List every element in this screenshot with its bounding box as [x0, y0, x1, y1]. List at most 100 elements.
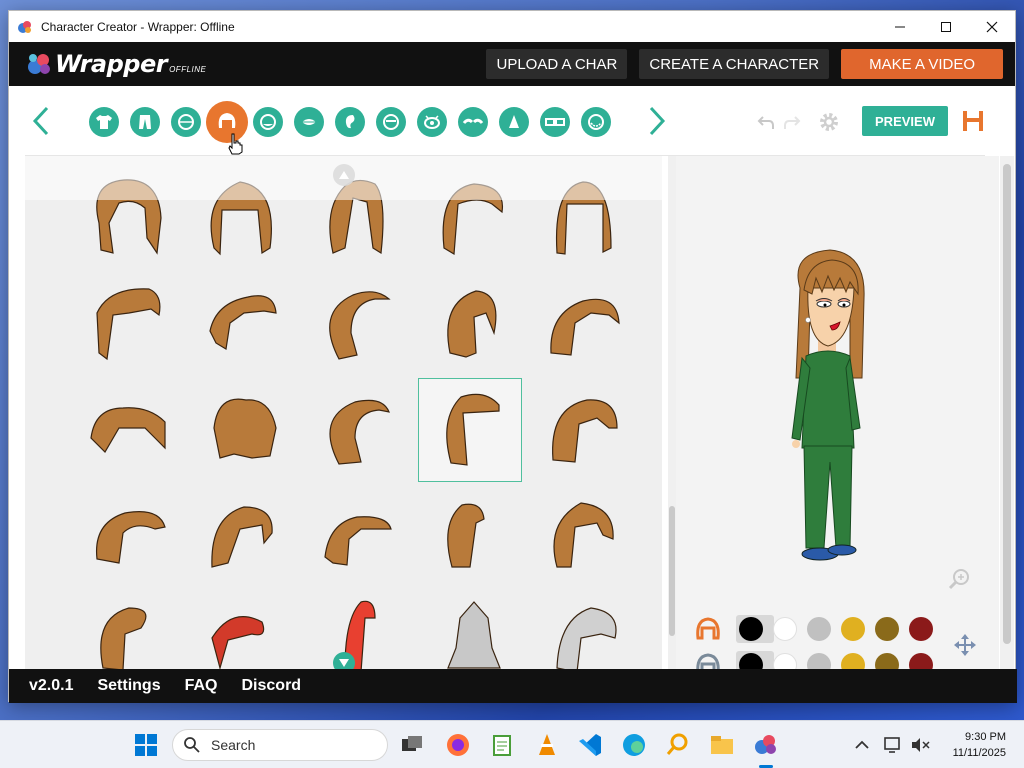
hair-style-option[interactable] [192, 378, 296, 482]
minimize-icon [895, 26, 905, 27]
hair-style-option[interactable] [418, 588, 522, 669]
color-swatch[interactable] [841, 617, 865, 641]
minimize-button[interactable] [877, 11, 923, 42]
hair-style-option[interactable] [305, 483, 409, 587]
hair-style-thumbnail [213, 398, 277, 459]
windows-start-icon[interactable] [132, 731, 160, 759]
close-button[interactable] [969, 11, 1015, 42]
character-preview [791, 249, 865, 561]
glasses-icon[interactable] [540, 107, 570, 137]
create-character-button[interactable]: CREATE A CHARACTER [639, 49, 830, 79]
hair-style-option[interactable] [79, 378, 183, 482]
hair-style-option[interactable] [531, 378, 635, 482]
vlc-icon[interactable] [533, 731, 561, 759]
hair-style-thumbnail [211, 616, 265, 669]
upload-char-button[interactable]: UPLOAD A CHAR [486, 49, 628, 79]
version-label: v2.0.1 [29, 677, 74, 694]
vscode-icon[interactable] [576, 731, 604, 759]
undo-icon[interactable] [757, 113, 775, 131]
eye-icon[interactable] [417, 107, 447, 137]
hair-style-option[interactable] [418, 378, 522, 482]
color-swatch[interactable] [909, 617, 933, 641]
task-view-icon[interactable] [398, 731, 426, 759]
footer-bar: v2.0.1 Settings FAQ Discord [9, 669, 1017, 703]
magnifier-icon[interactable] [664, 731, 692, 759]
notepad-icon[interactable] [488, 731, 516, 759]
grid-scrollbar-thumb[interactable] [669, 506, 675, 636]
os-taskbar: Search 9:30 PM 11/11/2025 [0, 720, 1024, 768]
hair-style-option[interactable] [79, 588, 183, 669]
chevron-down-icon [339, 659, 349, 667]
app-window: Character Creator - Wrapper: Offline Wra… [8, 10, 1017, 703]
redo-icon[interactable] [783, 113, 801, 131]
hair-style-option[interactable] [305, 378, 409, 482]
hair-style-thumbnail [96, 288, 161, 361]
maximize-button[interactable] [923, 11, 969, 42]
hair-style-thumbnail [95, 511, 166, 564]
settings-link[interactable]: Settings [97, 677, 160, 695]
nose-icon[interactable] [499, 107, 529, 137]
hair-style-option[interactable] [79, 483, 183, 587]
hair-style-thumbnail [447, 601, 501, 669]
chevron-up-tray-icon[interactable] [848, 731, 876, 759]
hair-style-thumbnail [556, 607, 617, 669]
system-clock[interactable]: 9:30 PM 11/11/2025 [953, 729, 1006, 761]
preview-scrollbar-thumb[interactable] [1003, 164, 1011, 644]
shirt-icon[interactable] [89, 107, 119, 137]
hair-style-thumbnail [100, 607, 147, 669]
gear-icon[interactable] [817, 110, 841, 134]
hair-style-option[interactable] [418, 273, 522, 377]
logo-text: Wrapper [55, 50, 168, 78]
firefox-icon[interactable] [444, 731, 472, 759]
pants-icon[interactable] [130, 107, 160, 137]
discord-link[interactable]: Discord [242, 677, 302, 695]
hair-style-option[interactable] [305, 273, 409, 377]
color-swatch[interactable] [739, 617, 763, 641]
hair-color-icon[interactable] [693, 614, 723, 644]
title-bar: Character Creator - Wrapper: Offline [9, 11, 1015, 42]
prev-category-arrow-icon[interactable] [29, 104, 53, 138]
next-category-arrow-icon[interactable] [645, 104, 669, 138]
hair-style-option[interactable] [531, 588, 635, 669]
hair-style-option[interactable] [305, 588, 409, 669]
scroll-down-button[interactable] [333, 652, 355, 669]
edge-icon[interactable] [620, 731, 648, 759]
head-icon[interactable] [253, 107, 283, 137]
hair-style-thumbnail [552, 399, 618, 463]
eyebrows-icon[interactable] [458, 107, 488, 137]
clock-time: 9:30 PM [965, 731, 1006, 743]
scroll-up-button[interactable] [333, 164, 355, 186]
hair-style-option[interactable] [79, 273, 183, 377]
file-explorer-icon[interactable] [708, 731, 736, 759]
hair-style-option[interactable] [192, 483, 296, 587]
face-shape-icon[interactable] [171, 107, 201, 137]
hair-style-thumbnail [209, 295, 277, 350]
volume-muted-icon[interactable] [906, 731, 934, 759]
ear-icon[interactable] [335, 107, 365, 137]
color-swatch[interactable] [807, 617, 831, 641]
hair-style-option[interactable] [192, 588, 296, 669]
make-video-button[interactable]: MAKE A VIDEO [841, 49, 1003, 79]
taskbar-search[interactable]: Search [172, 729, 388, 761]
hair-style-option[interactable] [418, 483, 522, 587]
beard-icon[interactable] [581, 107, 611, 137]
hair-style-option[interactable] [531, 483, 635, 587]
color-swatch[interactable] [875, 617, 899, 641]
search-placeholder: Search [211, 737, 256, 753]
hair-style-option[interactable] [192, 273, 296, 377]
grid-scrollbar[interactable] [668, 156, 676, 669]
faq-link[interactable]: FAQ [185, 677, 218, 695]
wrapper-taskbar-icon[interactable] [752, 731, 780, 759]
wrapper-logo[interactable]: Wrapper OFFLINE [25, 42, 206, 86]
zoom-icon[interactable] [948, 568, 970, 590]
preview-button[interactable]: PREVIEW [862, 106, 948, 136]
color-swatch[interactable] [773, 617, 797, 641]
hair-style-option[interactable] [531, 273, 635, 377]
app-header: Wrapper OFFLINE UPLOAD A CHAR CREATE A C… [9, 42, 1015, 86]
eyebrow-shape-icon[interactable] [376, 107, 406, 137]
move-icon[interactable] [953, 633, 977, 657]
preview-scrollbar[interactable] [1000, 156, 1014, 669]
display-icon[interactable] [880, 731, 908, 759]
save-icon[interactable] [961, 109, 985, 133]
mouth-icon[interactable] [294, 107, 324, 137]
